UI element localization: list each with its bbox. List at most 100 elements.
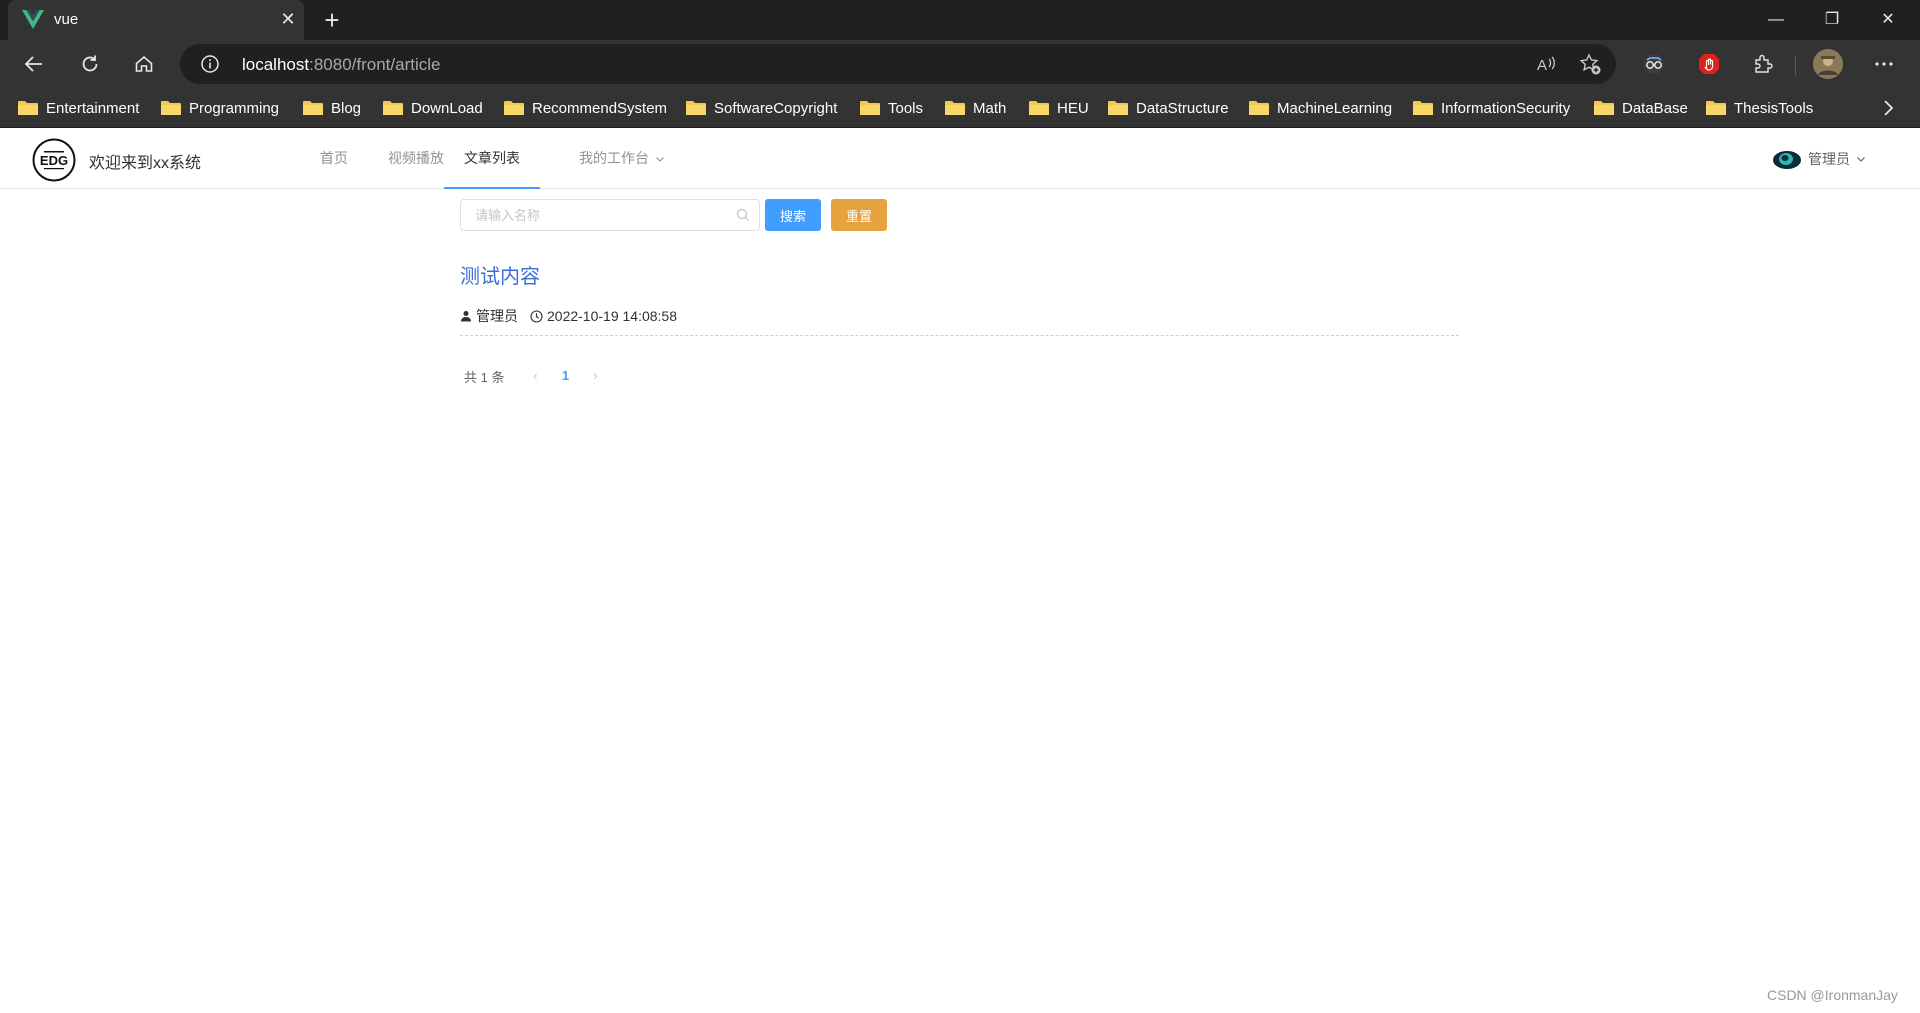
pagination-total: 共 1 条 <box>464 369 505 385</box>
window-close-button[interactable]: ✕ <box>1860 0 1916 40</box>
folder-icon <box>504 101 524 115</box>
bookmark-folder[interactable]: DataBase <box>1594 88 1688 128</box>
bookmark-folder[interactable]: RecommendSystem <box>504 88 667 128</box>
restore-button[interactable]: ❐ <box>1804 0 1860 40</box>
bookmark-label: Programming <box>189 99 280 117</box>
folder-icon <box>303 101 323 115</box>
home-icon <box>135 55 153 72</box>
bookmark-folder[interactable]: Math <box>945 88 1006 128</box>
site-title: 欢迎来到xx系统 <box>89 155 202 172</box>
browser-toolbar: localhost:8080/front/article A <box>0 40 1920 88</box>
page-content: EDG 欢迎来到xx系统 首页 视频播放 文章列表 我的工作台 管理员 请输入名… <box>0 128 1920 1013</box>
address-bar[interactable]: localhost:8080/front/article A <box>180 44 1616 84</box>
prev-page-button[interactable]: ‹ <box>520 362 550 390</box>
article-meta: 管理员 2022-10-19 14:08:58 <box>460 306 677 326</box>
bookmark-folder[interactable]: ThesisTools <box>1706 88 1813 128</box>
bookmark-label: DataBase <box>1622 99 1688 117</box>
reload-button[interactable] <box>72 48 108 80</box>
folder-icon <box>945 101 965 115</box>
bookmark-folder[interactable]: Entertainment <box>18 88 139 128</box>
browser-titlebar: vue ✕ + — ❐ ✕ <box>0 0 1920 40</box>
read-aloud-icon[interactable]: A <box>1534 52 1558 76</box>
bookmark-folder[interactable]: Tools <box>860 88 923 128</box>
url-path: :8080/front/article <box>309 55 441 74</box>
chevron-down-icon <box>656 156 664 162</box>
bookmark-folder[interactable]: Programming <box>161 88 279 128</box>
bookmark-label: Tools <box>888 99 924 117</box>
menu-item-home[interactable]: 首页 <box>320 128 348 189</box>
article-divider <box>460 335 1459 336</box>
reload-icon <box>82 55 98 72</box>
folder-icon <box>161 101 181 115</box>
folder-icon <box>1594 101 1614 115</box>
bookmark-label: DataStructure <box>1136 99 1229 117</box>
next-page-button[interactable]: › <box>580 362 610 390</box>
add-favorite-icon[interactable] <box>1578 52 1602 76</box>
folder-icon <box>686 101 706 115</box>
logo-text: EDG <box>40 153 68 168</box>
folder-icon <box>1706 101 1726 115</box>
bookmarks-bar: Entertainment Programming Blog DownLoad … <box>0 88 1920 128</box>
profile-avatar[interactable] <box>1812 48 1844 80</box>
vue-logo-icon <box>22 10 44 29</box>
watermark: CSDN @IronmanJay <box>1767 987 1898 1003</box>
pagination: 共 1 条 ‹ 1 › <box>460 362 610 390</box>
clock-icon <box>530 309 543 323</box>
search-input[interactable] <box>460 199 760 231</box>
tab-title: vue <box>54 11 79 28</box>
menu-item-articles[interactable]: 文章列表 <box>444 128 540 189</box>
svg-text:A: A <box>1537 57 1547 74</box>
bookmark-label: Entertainment <box>46 99 140 117</box>
bookmark-label: HEU <box>1057 99 1089 117</box>
bookmark-folder[interactable]: DataStructure <box>1108 88 1229 128</box>
article-title[interactable]: 测试内容 <box>460 260 540 289</box>
folder-icon <box>383 101 403 115</box>
search-icon <box>736 208 749 221</box>
bookmark-label: Blog <box>331 99 362 117</box>
new-tab-button[interactable]: + <box>318 6 346 34</box>
back-arrow-icon <box>24 56 42 72</box>
tab-close-icon[interactable]: ✕ <box>278 9 298 29</box>
bookmark-folder[interactable]: SoftwareCopyright <box>686 88 837 128</box>
glasses-extension-icon[interactable] <box>1642 52 1666 76</box>
bookmark-folder[interactable]: HEU <box>1029 88 1089 128</box>
url-host: localhost <box>242 55 310 74</box>
site-header: EDG 欢迎来到xx系统 首页 视频播放 文章列表 我的工作台 管理员 <box>0 128 1920 189</box>
folder-icon <box>1249 101 1269 115</box>
bookmark-folder[interactable]: DownLoad <box>383 88 483 128</box>
browser-tab[interactable]: vue ✕ <box>8 0 304 40</box>
chevron-right-icon[interactable] <box>1878 98 1898 118</box>
user-name: 管理员 <box>1808 151 1850 167</box>
chevron-down-icon <box>1857 157 1865 162</box>
bookmark-label: RecommendSystem <box>532 99 668 117</box>
user-avatar <box>1773 151 1801 169</box>
bookmark-label: InformationSecurity <box>1441 99 1571 117</box>
extensions-icon[interactable] <box>1752 52 1776 76</box>
page-number[interactable]: 1 <box>550 362 580 390</box>
bookmark-label: ThesisTools <box>1734 99 1814 117</box>
bookmark-label: MachineLearning <box>1277 99 1393 117</box>
bookmark-folder[interactable]: Blog <box>303 88 361 128</box>
url-text[interactable]: localhost:8080/front/article <box>242 55 440 75</box>
adblock-extension-icon[interactable] <box>1697 52 1721 76</box>
article-author: 管理员 <box>476 308 518 324</box>
bookmark-label: SoftwareCopyright <box>714 99 838 117</box>
bookmark-label: Math <box>973 99 1007 117</box>
home-button[interactable] <box>126 48 162 80</box>
menu-item-workbench[interactable]: 我的工作台 <box>579 128 665 189</box>
menu-item-workbench-label: 我的工作台 <box>579 150 649 166</box>
site-logo[interactable]: EDG <box>32 138 76 182</box>
menu-item-video[interactable]: 视频播放 <box>388 128 444 189</box>
user-menu[interactable]: 管理员 <box>1772 148 1866 170</box>
reset-button[interactable]: 重置 <box>831 199 887 231</box>
toolbar-separator <box>1795 56 1796 76</box>
site-info-icon[interactable] <box>200 54 220 74</box>
bookmark-label: DownLoad <box>411 99 483 117</box>
bookmark-folder[interactable]: InformationSecurity <box>1413 88 1570 128</box>
folder-icon <box>1029 101 1049 115</box>
search-button[interactable]: 搜索 <box>765 199 821 231</box>
minimize-button[interactable]: — <box>1748 0 1804 40</box>
back-button[interactable] <box>16 48 52 80</box>
more-options-icon[interactable] <box>1872 52 1896 76</box>
bookmark-folder[interactable]: MachineLearning <box>1249 88 1392 128</box>
